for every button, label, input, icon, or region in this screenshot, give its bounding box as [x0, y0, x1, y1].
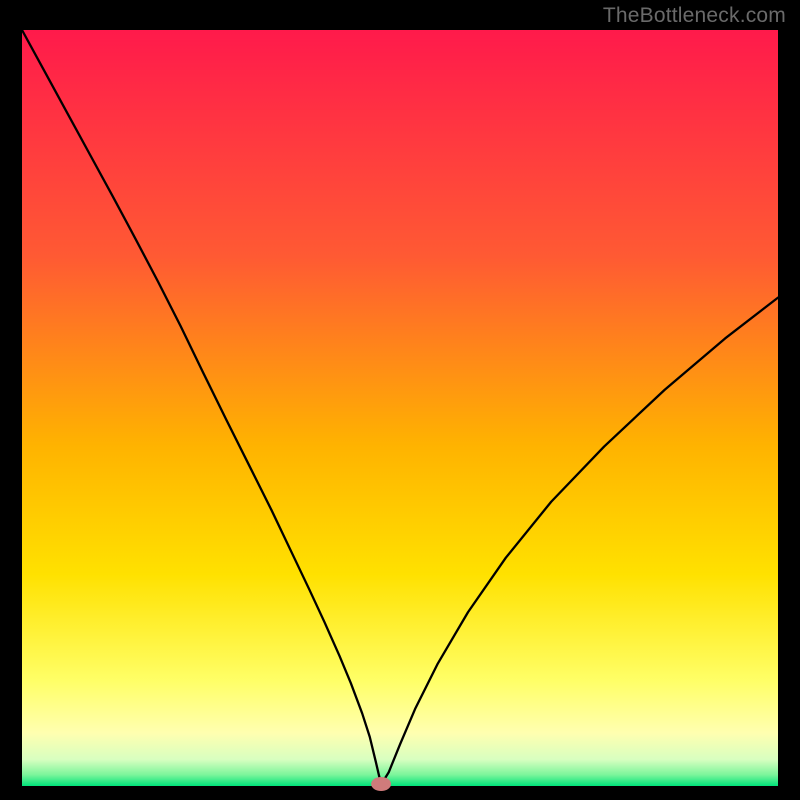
plot-background	[22, 30, 778, 786]
watermark-text: TheBottleneck.com	[603, 4, 786, 28]
bottleneck-chart	[0, 0, 800, 800]
chart-frame: TheBottleneck.com	[0, 0, 800, 800]
minimum-marker	[371, 777, 391, 791]
